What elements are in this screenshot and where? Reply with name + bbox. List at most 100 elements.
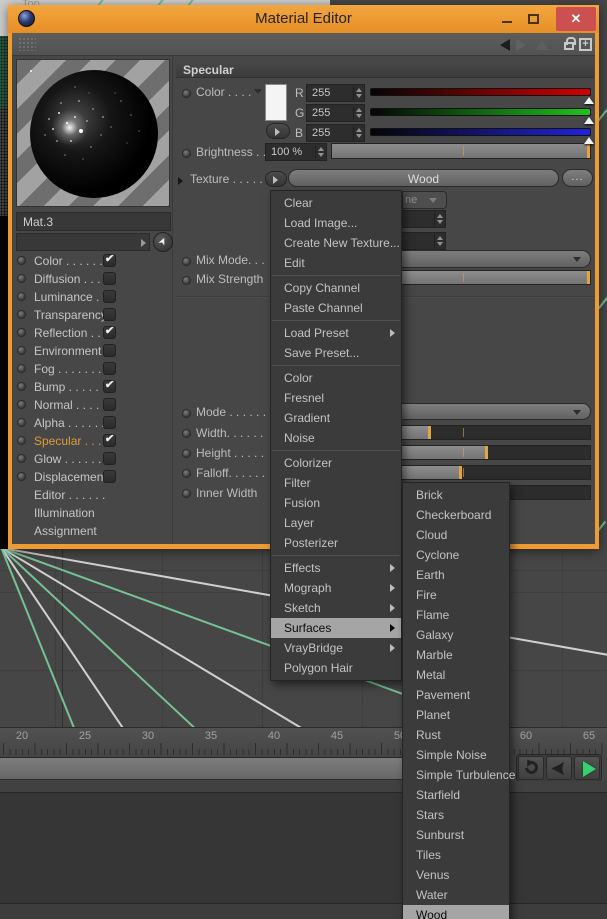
grip-icon[interactable] — [18, 37, 36, 51]
submenu-item-simple-turbulence[interactable]: Simple Turbulence — [403, 765, 515, 785]
stepper-icon[interactable] — [353, 86, 363, 100]
channel-row[interactable]: Normal . . . . . — [14, 396, 168, 414]
close-icon[interactable]: ✕ — [556, 7, 596, 31]
loop-playback-button[interactable] — [518, 756, 544, 780]
channel-row[interactable]: Assignment — [14, 522, 168, 540]
rgb-value-field[interactable]: 255 — [306, 124, 365, 142]
channel-checkbox[interactable] — [103, 398, 116, 411]
menu-item-posterizer[interactable]: Posterizer — [271, 533, 401, 553]
channel-row[interactable]: Reflection . . ✔ — [14, 324, 168, 342]
rgb-value-field[interactable]: 255 — [306, 104, 365, 122]
submenu-item-flame[interactable]: Flame — [403, 605, 509, 625]
menu-item-effects[interactable]: Effects — [271, 558, 401, 578]
submenu-item-simple-noise[interactable]: Simple Noise — [403, 745, 509, 765]
channel-row[interactable]: Diffusion . . . — [14, 270, 168, 288]
channel-checkbox[interactable] — [103, 344, 116, 357]
submenu-item-marble[interactable]: Marble — [403, 645, 509, 665]
menu-item-vraybridge[interactable]: VrayBridge — [271, 638, 401, 658]
channel-row[interactable]: Displacement — [14, 468, 168, 486]
texture-browse-button[interactable]: ... — [562, 169, 593, 187]
slider-marker[interactable] — [459, 466, 462, 479]
channel-row[interactable]: Editor . . . . . . — [14, 486, 168, 504]
add-icon[interactable]: + — [579, 38, 592, 51]
menu-item-clear[interactable]: Clear — [271, 193, 401, 213]
brightness-field[interactable]: 100 % — [265, 143, 327, 161]
channel-row[interactable]: Environment — [14, 342, 168, 360]
submenu-item-wood[interactable]: Wood — [403, 905, 509, 919]
submenu-item-metal[interactable]: Metal — [403, 665, 509, 685]
channel-row[interactable]: Luminance . . — [14, 288, 168, 306]
menu-item-fusion[interactable]: Fusion — [271, 493, 401, 513]
menu-item-mograph[interactable]: Mograph — [271, 578, 401, 598]
menu-item-save-preset-[interactable]: Save Preset... — [271, 343, 401, 363]
brightness-slider[interactable] — [331, 143, 591, 159]
stepper-icon[interactable] — [315, 145, 325, 159]
color-swatch[interactable] — [265, 84, 287, 121]
menu-item-colorizer[interactable]: Colorizer — [271, 453, 401, 473]
rgb-gradient-slider[interactable] — [370, 108, 594, 124]
submenu-item-brick[interactable]: Brick — [403, 485, 509, 505]
minimize-icon[interactable] — [502, 21, 512, 23]
menu-item-edit[interactable]: Edit — [271, 253, 401, 273]
submenu-item-planet[interactable]: Planet — [403, 705, 509, 725]
rgb-gradient-slider[interactable] — [370, 88, 594, 104]
previous-frame-button[interactable]: ◀( — [546, 756, 572, 780]
channel-checkbox[interactable] — [103, 290, 116, 303]
channel-row[interactable]: Specular . . . . ✔ — [14, 432, 168, 450]
preview-shape-dropdown[interactable] — [16, 233, 150, 251]
menu-item-fresnel[interactable]: Fresnel — [271, 388, 401, 408]
menu-item-load-image-[interactable]: Load Image... — [271, 213, 401, 233]
channel-row[interactable]: Transparency — [14, 306, 168, 324]
slider-handle-icon[interactable] — [584, 97, 594, 104]
pick-material-button[interactable]: ➤ — [153, 232, 173, 252]
channel-checkbox[interactable]: ✔ — [103, 253, 116, 267]
up-icon[interactable] — [536, 40, 548, 50]
rgb-gradient-slider[interactable] — [370, 128, 594, 144]
slider-marker[interactable] — [587, 144, 590, 158]
forward-icon[interactable] — [516, 39, 526, 51]
channel-checkbox[interactable] — [103, 308, 116, 321]
channel-row[interactable]: Illumination — [14, 504, 168, 522]
expand-triangle-icon[interactable] — [178, 177, 183, 185]
submenu-item-cyclone[interactable]: Cyclone — [403, 545, 509, 565]
channel-checkbox[interactable] — [103, 272, 116, 285]
stepper-icon[interactable] — [434, 212, 444, 226]
menu-item-surfaces[interactable]: Surfaces — [271, 618, 401, 638]
slider-marker[interactable] — [587, 271, 590, 284]
channel-row[interactable]: Bump . . . . . . ✔ — [14, 378, 168, 396]
stepper-icon[interactable] — [353, 106, 363, 120]
stepper-icon[interactable] — [434, 234, 444, 248]
texture-shader-button[interactable]: Wood — [288, 169, 559, 187]
submenu-item-galaxy[interactable]: Galaxy — [403, 625, 509, 645]
menu-item-create-new-texture-[interactable]: Create New Texture... — [271, 233, 401, 253]
channel-checkbox[interactable]: ✔ — [103, 433, 116, 447]
rgb-value-field[interactable]: 255 — [306, 84, 365, 102]
expand-pill-button[interactable] — [266, 123, 290, 139]
channel-checkbox[interactable] — [103, 416, 116, 429]
channel-row[interactable]: Fog . . . . . . . — [14, 360, 168, 378]
submenu-item-starfield[interactable]: Starfield — [403, 785, 509, 805]
menu-item-layer[interactable]: Layer — [271, 513, 401, 533]
submenu-item-cloud[interactable]: Cloud — [403, 525, 509, 545]
menu-item-paste-channel[interactable]: Paste Channel — [271, 298, 401, 318]
channel-checkbox[interactable] — [103, 470, 116, 483]
channel-row[interactable]: Color . . . . . . ✔ — [14, 252, 168, 270]
maximize-icon[interactable] — [528, 14, 539, 24]
submenu-item-tiles[interactable]: Tiles — [403, 845, 509, 865]
channel-row[interactable]: Glow . . . . . . . — [14, 450, 168, 468]
submenu-item-sunburst[interactable]: Sunburst — [403, 825, 509, 845]
submenu-item-earth[interactable]: Earth — [403, 565, 509, 585]
menu-item-noise[interactable]: Noise — [271, 428, 401, 448]
chevron-down-icon[interactable] — [254, 89, 262, 94]
menu-item-copy-channel[interactable]: Copy Channel — [271, 278, 401, 298]
menu-item-filter[interactable]: Filter — [271, 473, 401, 493]
submenu-item-stars[interactable]: Stars — [403, 805, 509, 825]
submenu-item-checkerboard[interactable]: Checkerboard — [403, 505, 509, 525]
sampling-dropdown[interactable]: ne — [402, 191, 447, 209]
texture-pill-button[interactable] — [265, 171, 287, 187]
channel-checkbox[interactable]: ✔ — [103, 379, 116, 393]
channel-checkbox[interactable]: ✔ — [103, 325, 116, 339]
play-button[interactable] — [574, 756, 600, 780]
slider-marker[interactable] — [484, 446, 488, 459]
lock-icon[interactable] — [564, 37, 576, 50]
